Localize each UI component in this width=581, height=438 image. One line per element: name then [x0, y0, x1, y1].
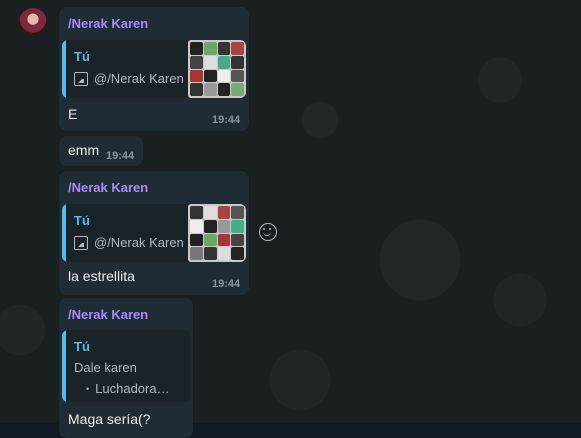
sticker-thumbnail[interactable] [188, 204, 246, 262]
message-bubble[interactable]: /Nerak Karen Tú @/Nerak Karen la estrell… [59, 171, 249, 295]
quote-bar [62, 330, 66, 402]
message-text: Maga sería(? [68, 411, 151, 427]
quote-preview: @/Nerak Karen [74, 71, 184, 86]
message-time: 19:44 [212, 278, 241, 290]
image-icon [74, 71, 88, 86]
avatar[interactable] [19, 8, 47, 36]
quote-author: Tú [74, 49, 90, 64]
message-time: 19:44 [212, 114, 241, 126]
image-icon [74, 235, 88, 250]
message-time: 19:44 [106, 150, 135, 162]
message-text: emm [68, 142, 100, 158]
message-bubble[interactable]: /Nerak Karen Tú Dale karen • Luchadora… … [59, 298, 193, 438]
quote-text: Dale karen [74, 360, 137, 375]
quoted-message[interactable]: Tú Dale karen • Luchadora… [62, 330, 190, 402]
message-bubble[interactable]: emm 19:44 [59, 136, 143, 166]
quote-bar [62, 40, 66, 98]
message-bubble[interactable]: /Nerak Karen Tú @/Nerak Karen E 19:44 [59, 7, 249, 131]
quote-author: Tú [74, 339, 90, 354]
sender-name[interactable]: /Nerak Karen [68, 307, 148, 322]
quote-preview: @/Nerak Karen [74, 235, 184, 250]
sender-name[interactable]: /Nerak Karen [68, 180, 148, 195]
quote-subtext-label: Luchadora… [95, 381, 170, 396]
message-text: la estrellita [68, 268, 135, 284]
quote-author: Tú [74, 213, 90, 228]
message-text: E [68, 106, 78, 122]
quote-text: @/Nerak Karen [94, 235, 184, 250]
smiley-icon[interactable] [259, 223, 277, 241]
sticker-thumbnail[interactable] [188, 40, 246, 98]
quoted-message[interactable]: Tú @/Nerak Karen [62, 204, 246, 262]
sender-name[interactable]: /Nerak Karen [68, 16, 148, 31]
bullet-icon: • [86, 383, 90, 394]
quote-subtext: • Luchadora… [86, 381, 170, 396]
quoted-message[interactable]: Tú @/Nerak Karen [62, 40, 246, 98]
quote-text: @/Nerak Karen [94, 71, 184, 86]
quote-bar [62, 204, 66, 262]
